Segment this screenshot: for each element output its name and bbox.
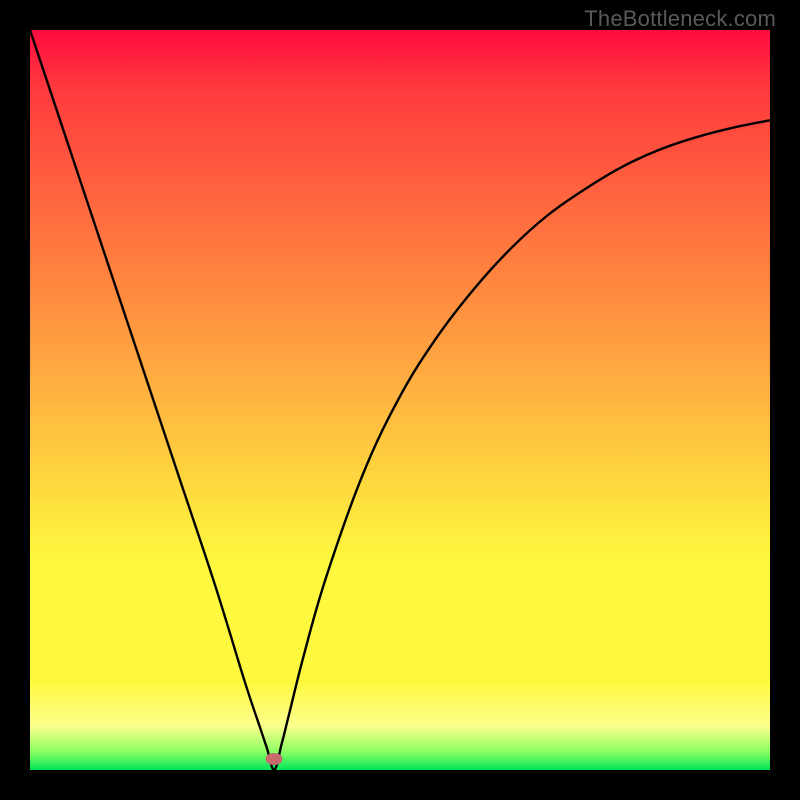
plot-area — [30, 30, 770, 770]
minimum-marker — [266, 753, 283, 765]
watermark-text: TheBottleneck.com — [584, 6, 776, 32]
bottleneck-curve — [30, 30, 770, 770]
